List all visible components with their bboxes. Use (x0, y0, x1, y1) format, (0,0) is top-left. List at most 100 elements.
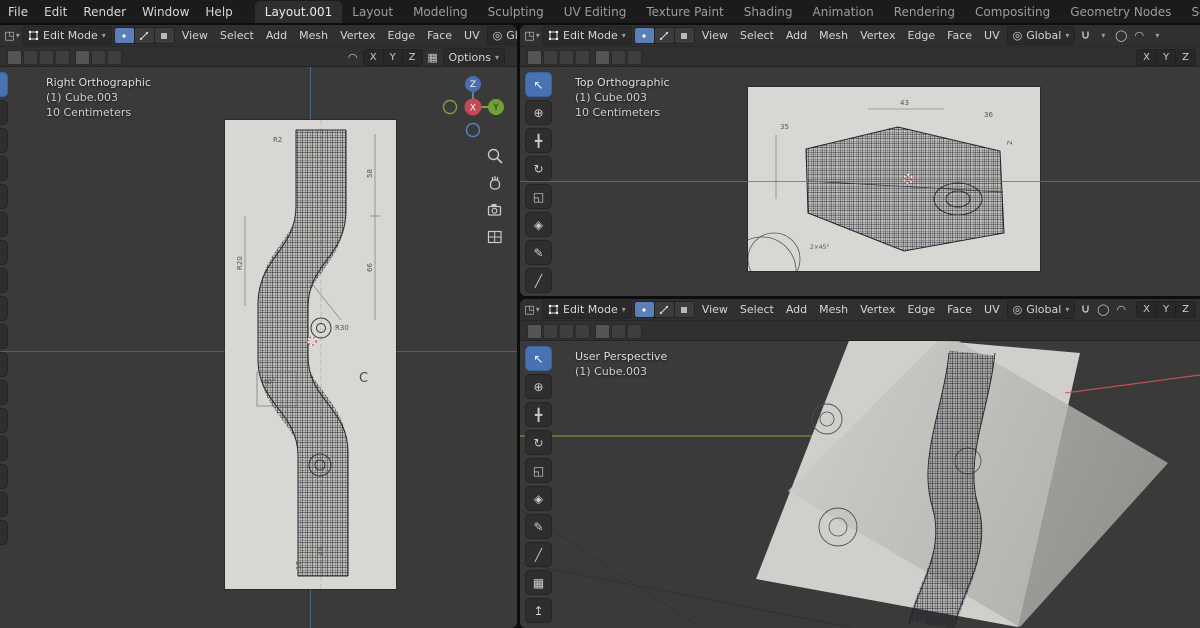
menu-select[interactable]: Select (215, 29, 259, 42)
vertex-select-button[interactable] (635, 28, 654, 43)
toggle-button[interactable] (611, 50, 626, 65)
cursor-tool[interactable]: ⊕ (525, 374, 552, 399)
proportional-edit-icon[interactable]: ◯ (1095, 301, 1111, 318)
editor-type-button[interactable]: ◳▾ (524, 301, 540, 318)
mode-dropdown[interactable]: Edit Mode▾ (542, 300, 632, 319)
toggle-button[interactable] (543, 324, 558, 339)
face-select-button[interactable] (675, 302, 694, 317)
menu-select[interactable]: Select (735, 29, 779, 42)
viewport-right-ortho[interactable]: R2 58 66 R30 R20 40° 35 17 C (0, 67, 517, 628)
toggle-button[interactable] (107, 50, 122, 65)
falloff-chevron-icon[interactable]: ▾ (1149, 27, 1165, 44)
workspace-tab[interactable]: Modeling (403, 1, 478, 24)
toggle-button[interactable] (91, 50, 106, 65)
scale-tool[interactable]: ◱ (525, 458, 552, 483)
menu-add[interactable]: Add (261, 29, 292, 42)
toggle-button[interactable] (595, 324, 610, 339)
tool-button-partial[interactable] (0, 352, 8, 377)
navigation-gizmo[interactable]: Z Y X (438, 72, 508, 142)
falloff-icon[interactable]: ◠ (345, 49, 361, 66)
transform-tool[interactable]: ◈ (525, 486, 552, 511)
measure-tool[interactable]: ╱ (525, 268, 552, 293)
menu-file[interactable]: File (0, 0, 36, 24)
menu-uv[interactable]: UV (979, 303, 1005, 316)
workspace-tab[interactable]: Compositing (965, 1, 1060, 24)
menu-help[interactable]: Help (197, 0, 240, 24)
menu-render[interactable]: Render (75, 0, 134, 24)
extrude-tool[interactable]: ↥ (525, 598, 552, 623)
workspace-tab[interactable]: UV Editing (554, 1, 637, 24)
tool-button-partial[interactable] (0, 380, 8, 405)
menu-mesh[interactable]: Mesh (294, 29, 333, 42)
menu-face[interactable]: Face (942, 303, 977, 316)
ortho-grid-icon[interactable] (486, 228, 504, 246)
toggle-button[interactable] (627, 324, 642, 339)
toggle-button[interactable] (527, 324, 542, 339)
tool-button-partial[interactable] (0, 100, 8, 125)
mirror-z-button[interactable]: Z (1176, 302, 1195, 317)
orientation-dropdown[interactable]: ◎Global▾ (487, 26, 517, 45)
vertex-select-button[interactable] (635, 302, 654, 317)
toggle-button[interactable] (575, 324, 590, 339)
falloff-icon[interactable]: ◠ (1113, 301, 1129, 318)
tool-button-partial[interactable] (0, 324, 8, 349)
edge-select-button[interactable] (135, 28, 154, 43)
mirror-x-button[interactable]: X (364, 50, 384, 65)
proportional-edit-icon[interactable]: ◯ (1113, 27, 1129, 44)
menu-edge[interactable]: Edge (902, 303, 940, 316)
snap-grid-icon[interactable]: ▦ (425, 49, 441, 66)
move-tool[interactable]: ╋ (525, 128, 552, 153)
add-cube-tool[interactable]: ▦ (525, 570, 552, 595)
annotate-tool[interactable]: ✎ (525, 240, 552, 265)
orientation-dropdown[interactable]: ◎Global▾ (1007, 300, 1076, 319)
toggle-button[interactable] (75, 50, 90, 65)
menu-add[interactable]: Add (781, 303, 812, 316)
menu-window[interactable]: Window (134, 0, 197, 24)
toggle-button[interactable] (39, 50, 54, 65)
viewport-perspective[interactable]: User Perspective (1) Cube.003 ↖ ⊕ ╋ ↻ ◱ … (520, 341, 1200, 628)
rotate-tool[interactable]: ↻ (525, 430, 552, 455)
tool-button-partial[interactable] (0, 184, 8, 209)
falloff-icon[interactable]: ◠ (1131, 27, 1147, 44)
toggle-button[interactable] (559, 50, 574, 65)
camera-view-icon[interactable] (486, 201, 504, 219)
tool-button-partial[interactable] (0, 296, 8, 321)
annotate-tool[interactable]: ✎ (525, 514, 552, 539)
face-select-button[interactable] (155, 28, 174, 43)
workspace-tab[interactable]: Texture Paint (636, 1, 733, 24)
editor-type-button[interactable]: ◳▾ (4, 27, 20, 44)
workspace-tab[interactable]: Scripting (1181, 1, 1200, 24)
tool-button-partial[interactable] (0, 436, 8, 461)
tool-button-partial[interactable] (0, 240, 8, 265)
tool-button-partial[interactable] (0, 464, 8, 489)
menu-view[interactable]: View (697, 29, 733, 42)
transform-tool[interactable]: ◈ (525, 212, 552, 237)
workspace-tab[interactable]: Rendering (884, 1, 965, 24)
mirror-y-button[interactable]: Y (1157, 50, 1176, 65)
select-box-tool[interactable]: ↖ (525, 72, 552, 97)
move-tool[interactable]: ╋ (525, 402, 552, 427)
mode-dropdown[interactable]: Edit Mode▾ (22, 26, 112, 45)
gizmo-neg-z[interactable] (467, 124, 480, 137)
menu-vertex[interactable]: Vertex (855, 29, 900, 42)
scale-tool[interactable]: ◱ (525, 184, 552, 209)
workspace-tab[interactable]: Layout.001 (255, 1, 343, 24)
mirror-z-button[interactable]: Z (403, 50, 422, 65)
mirror-y-button[interactable]: Y (1157, 302, 1176, 317)
menu-edit[interactable]: Edit (36, 0, 75, 24)
tool-button-partial[interactable] (0, 492, 8, 517)
menu-vertex[interactable]: Vertex (335, 29, 380, 42)
workspace-tab[interactable]: Sculpting (478, 1, 554, 24)
cursor-tool[interactable]: ⊕ (525, 100, 552, 125)
workspace-tab[interactable]: Animation (803, 1, 884, 24)
toggle-button[interactable] (23, 50, 38, 65)
options-dropdown[interactable]: Options▾ (443, 48, 505, 67)
menu-face[interactable]: Face (942, 29, 977, 42)
tool-button-partial[interactable] (0, 128, 8, 153)
workspace-tab[interactable]: Shading (734, 1, 803, 24)
toggle-button[interactable] (595, 50, 610, 65)
viewport-top-ortho[interactable]: 43 35 2 36 2×45° Top Orthographic (1) Cu… (520, 67, 1200, 296)
toggle-button[interactable] (527, 50, 542, 65)
menu-face[interactable]: Face (422, 29, 457, 42)
menu-edge[interactable]: Edge (902, 29, 940, 42)
